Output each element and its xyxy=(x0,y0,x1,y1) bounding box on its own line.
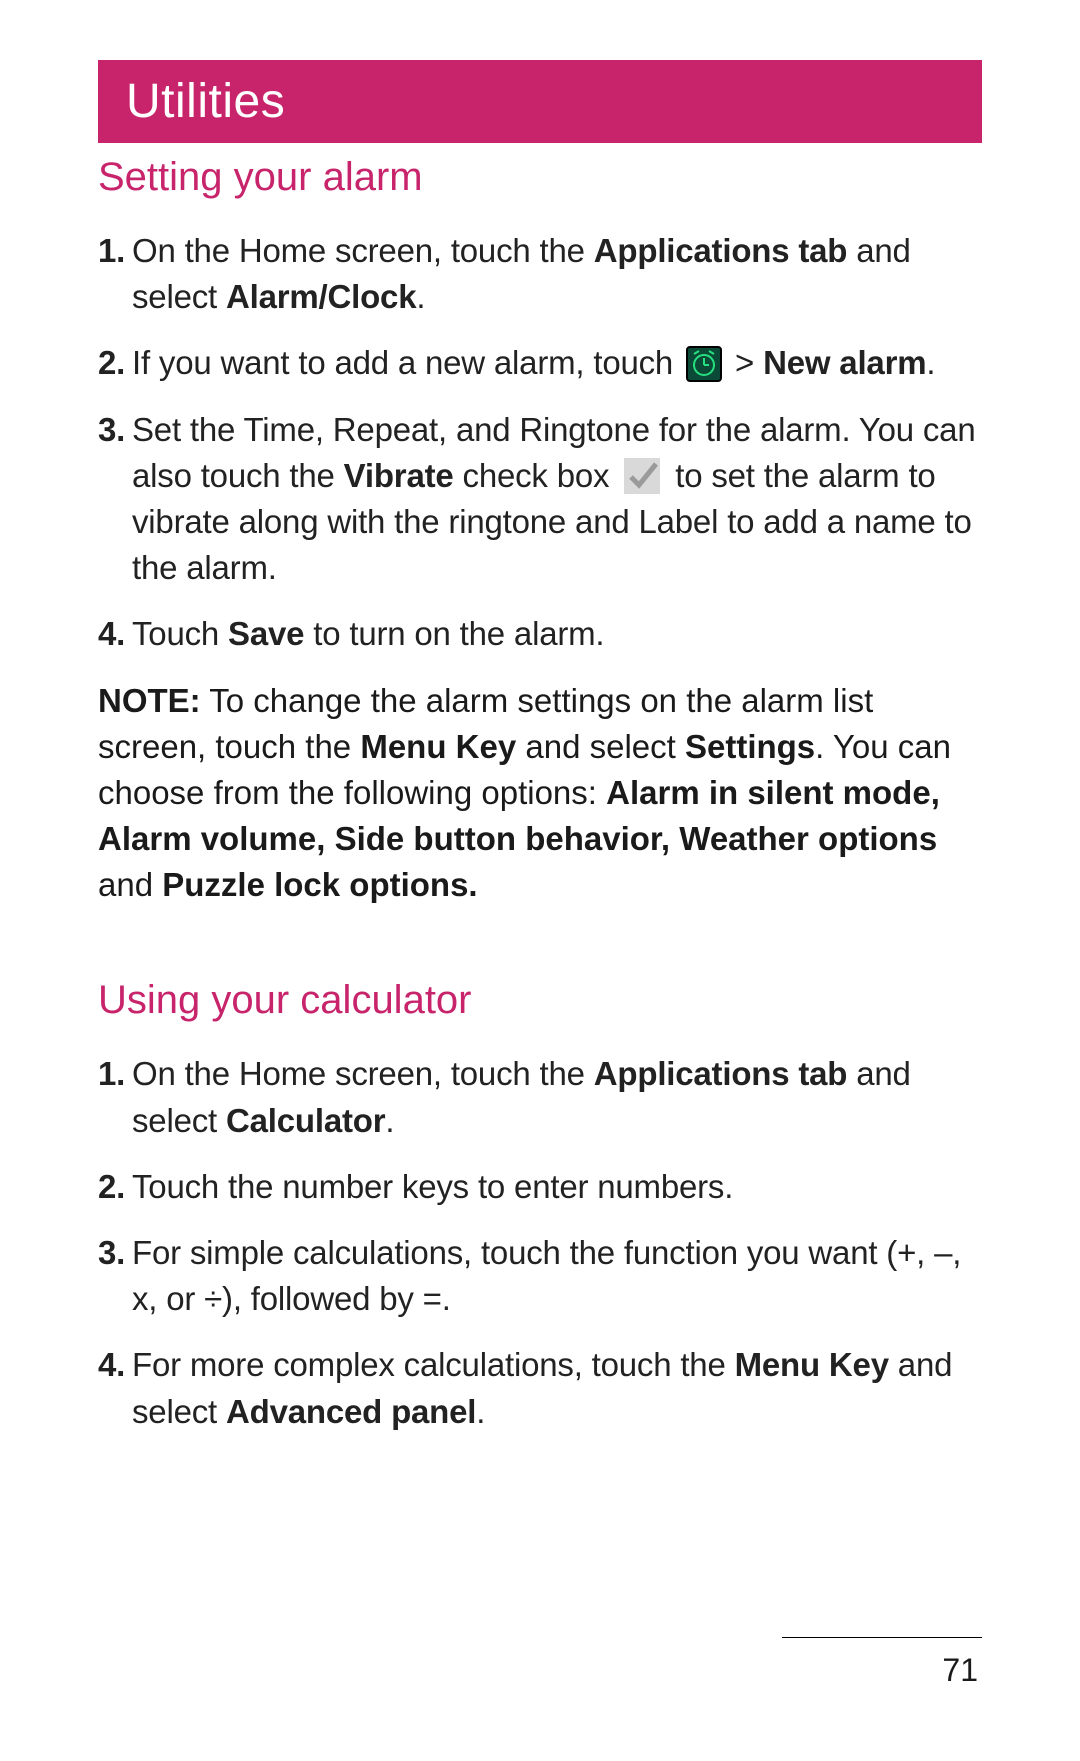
list-item: 2.Touch the number keys to enter numbers… xyxy=(98,1164,982,1210)
text-run: and select xyxy=(516,728,685,765)
list-item-body: On the Home screen, touch the Applicatio… xyxy=(132,228,982,320)
text-run: . xyxy=(416,278,425,315)
list-item-body: If you want to add a new alarm, touch > … xyxy=(132,340,982,386)
page-number: 71 xyxy=(782,1652,982,1689)
text-run: On the Home screen, touch the xyxy=(132,232,594,269)
text-run: Save xyxy=(228,615,304,652)
text-run: NOTE: xyxy=(98,682,201,719)
list-item: 1.On the Home screen, touch the Applicat… xyxy=(98,228,982,320)
text-run: Applications tab xyxy=(594,1055,848,1092)
text-run: . xyxy=(385,1102,394,1139)
section-title-calculator: Using your calculator xyxy=(98,978,982,1023)
list-item-number: 1. xyxy=(98,228,132,320)
checkbox-icon xyxy=(624,458,660,494)
alarm-steps-list: 1.On the Home screen, touch the Applicat… xyxy=(98,228,982,658)
list-item-body: Set the Time, Repeat, and Ringtone for t… xyxy=(132,407,982,592)
chapter-banner: Utilities xyxy=(98,60,982,143)
list-item-number: 3. xyxy=(98,1230,132,1322)
list-item-number: 1. xyxy=(98,1051,132,1143)
text-run: . xyxy=(926,344,935,381)
list-item: 4.Touch Save to turn on the alarm. xyxy=(98,611,982,657)
text-run: to turn on the alarm. xyxy=(304,615,604,652)
page-footer: 71 xyxy=(782,1637,982,1689)
list-item-number: 4. xyxy=(98,611,132,657)
text-run: If you want to add a new alarm, touch xyxy=(132,344,682,381)
text-run: and xyxy=(98,866,162,903)
text-run: Alarm/Clock xyxy=(226,278,416,315)
text-run: Advanced panel xyxy=(226,1393,476,1430)
text-run: Calculator xyxy=(226,1102,385,1139)
list-item: 3.Set the Time, Repeat, and Ringtone for… xyxy=(98,407,982,592)
list-item-body: Touch the number keys to enter numbers. xyxy=(132,1164,982,1210)
list-item-body: For more complex calculations, touch the… xyxy=(132,1342,982,1434)
list-item-number: 2. xyxy=(98,340,132,386)
text-run: Touch xyxy=(132,615,228,652)
list-item: 1.On the Home screen, touch the Applicat… xyxy=(98,1051,982,1143)
text-run: New alarm xyxy=(763,344,926,381)
text-run: Touch the number keys to enter numbers. xyxy=(132,1168,733,1205)
text-run: Vibrate xyxy=(344,457,454,494)
list-item: 2.If you want to add a new alarm, touch … xyxy=(98,340,982,386)
text-run: For more complex calculations, touch the xyxy=(132,1346,735,1383)
list-item-body: On the Home screen, touch the Applicatio… xyxy=(132,1051,982,1143)
manual-page: Utilities Setting your alarm 1.On the Ho… xyxy=(0,0,1080,1761)
list-item-number: 4. xyxy=(98,1342,132,1434)
text-run: Menu Key xyxy=(735,1346,889,1383)
text-run: On the Home screen, touch the xyxy=(132,1055,594,1092)
list-item-body: Touch Save to turn on the alarm. xyxy=(132,611,982,657)
text-run: Applications tab xyxy=(594,232,848,269)
calculator-steps-list: 1.On the Home screen, touch the Applicat… xyxy=(98,1051,982,1434)
text-run: check box xyxy=(454,457,619,494)
list-item-body: For simple calculations, touch the funct… xyxy=(132,1230,982,1322)
footer-rule xyxy=(782,1637,982,1638)
list-item: 3.For simple calculations, touch the fun… xyxy=(98,1230,982,1322)
text-run: For simple calculations, touch the funct… xyxy=(132,1234,961,1317)
list-item: 4.For more complex calculations, touch t… xyxy=(98,1342,982,1434)
section-title-alarm: Setting your alarm xyxy=(98,155,982,200)
text-run: Menu Key xyxy=(360,728,516,765)
text-run: Puzzle lock options. xyxy=(162,866,477,903)
alarm-note: NOTE: To change the alarm settings on th… xyxy=(98,678,982,909)
text-run: > xyxy=(726,344,763,381)
text-run: . xyxy=(476,1393,485,1430)
text-run: Settings xyxy=(685,728,815,765)
list-item-number: 2. xyxy=(98,1164,132,1210)
alarm-clock-icon xyxy=(686,346,722,382)
list-item-number: 3. xyxy=(98,407,132,592)
